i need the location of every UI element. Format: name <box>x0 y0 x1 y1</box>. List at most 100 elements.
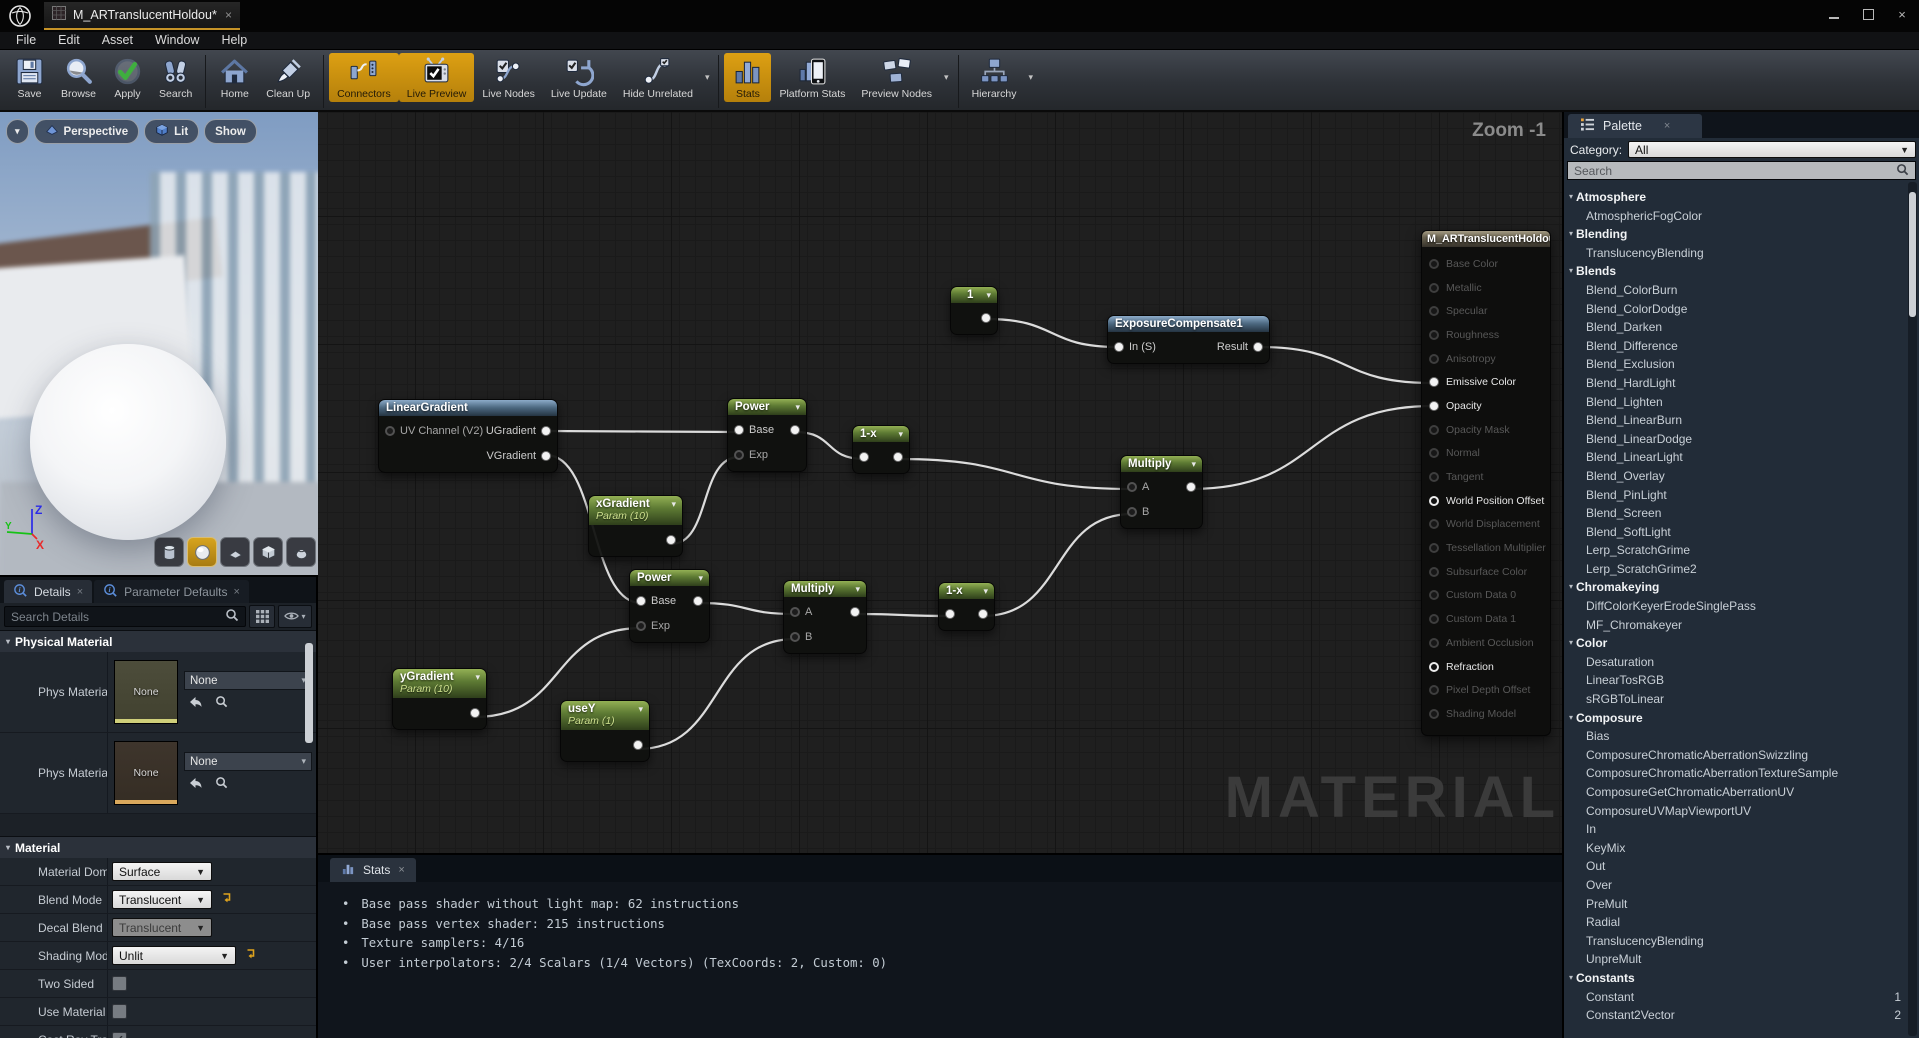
palette-item-over[interactable]: Over <box>1564 876 1919 895</box>
menu-window[interactable]: Window <box>144 32 210 49</box>
node-pin[interactable] <box>859 452 869 462</box>
property-select-material-dom[interactable]: Surface▼ <box>112 862 212 881</box>
viewport-button-lit[interactable]: Lit <box>144 119 199 144</box>
palette-item-constant[interactable]: Constant1 <box>1564 988 1919 1007</box>
menu-help[interactable]: Help <box>210 32 258 49</box>
node-pin[interactable] <box>385 426 395 436</box>
section-material[interactable]: ▾Material <box>0 836 316 858</box>
toolbar-button-hide-unrelated[interactable]: Hide Unrelated <box>615 53 701 102</box>
checkbox-cast-ray-trac[interactable]: ✓ <box>112 1032 127 1038</box>
node-pin[interactable] <box>1429 472 1439 482</box>
node-pin[interactable] <box>1429 259 1439 269</box>
node-pin[interactable] <box>1253 342 1263 352</box>
node-pin[interactable] <box>1429 377 1439 387</box>
toolbar-button-platform-stats[interactable]: Platform Stats <box>771 53 853 102</box>
node-pin[interactable] <box>945 609 955 619</box>
palette-scrollbar[interactable] <box>1908 182 1917 1036</box>
toolbar-button-home[interactable]: Home <box>211 53 258 102</box>
toolbar-button-stats[interactable]: Stats <box>724 53 771 102</box>
display-filter-button[interactable] <box>249 605 275 628</box>
graph-node-xgradient[interactable]: xGradient▾Param (10) <box>588 495 683 557</box>
palette-item-blend-pinlight[interactable]: Blend_PinLight <box>1564 486 1919 505</box>
palette-item-translucencyblending[interactable]: TranslucencyBlending <box>1564 244 1919 263</box>
minimize-icon[interactable] <box>1817 0 1851 28</box>
palette-item-blend-softlight[interactable]: Blend_SoftLight <box>1564 523 1919 542</box>
palette-item-blend-exclusion[interactable]: Blend_Exclusion <box>1564 355 1919 374</box>
property-select-blend-mode[interactable]: Translucent▼ <box>112 890 212 909</box>
palette-item-radial[interactable]: Radial <box>1564 913 1919 932</box>
viewport-button-perspective[interactable]: Perspective <box>34 119 140 144</box>
node-pin[interactable] <box>541 451 551 461</box>
palette-category-composure[interactable]: ▾Composure <box>1564 709 1919 728</box>
palette-item-blend-linearburn[interactable]: Blend_LinearBurn <box>1564 411 1919 430</box>
palette-item-blend-overlay[interactable]: Blend_Overlay <box>1564 467 1919 486</box>
phys-material-select[interactable]: None▾ <box>184 671 312 690</box>
node-pin[interactable] <box>1429 401 1439 411</box>
toolbar-button-preview-nodes[interactable]: Preview Nodes <box>853 53 940 102</box>
reset-to-default-icon[interactable] <box>244 947 256 965</box>
palette-item-translucencyblending[interactable]: TranslucencyBlending <box>1564 932 1919 951</box>
node-pin[interactable] <box>541 426 551 436</box>
chevron-down-icon[interactable]: ▾ <box>898 429 903 440</box>
palette-item-blend-lineardodge[interactable]: Blend_LinearDodge <box>1564 430 1919 449</box>
toolbar-button-live-preview[interactable]: Live Preview <box>399 53 475 102</box>
viewport-button-show[interactable]: Show <box>204 119 257 144</box>
graph-node-1-x[interactable]: 1-x▾ <box>938 582 995 631</box>
palette-item-blend-linearlight[interactable]: Blend_LinearLight <box>1564 448 1919 467</box>
node-pin[interactable] <box>1429 496 1439 506</box>
node-pin[interactable] <box>790 425 800 435</box>
chevron-down-icon[interactable]: ▾ <box>475 672 480 683</box>
chevron-down-icon[interactable]: ▾ <box>795 402 800 413</box>
node-pin[interactable] <box>981 313 991 323</box>
palette-item-blend-lighten[interactable]: Blend_Lighten <box>1564 393 1919 412</box>
palette-item-blend-screen[interactable]: Blend_Screen <box>1564 504 1919 523</box>
node-pin[interactable] <box>633 740 643 750</box>
node-pin[interactable] <box>1114 342 1124 352</box>
checkbox-two-sided[interactable] <box>112 976 127 991</box>
node-pin[interactable] <box>850 607 860 617</box>
property-select-shading-mod[interactable]: Unlit▼ <box>112 946 236 965</box>
material-graph-canvas[interactable]: Zoom -1 MATERIAL M_ARTranslucentHoldout … <box>318 112 1562 853</box>
node-pin[interactable] <box>1429 448 1439 458</box>
chevron-down-icon[interactable]: ▾ <box>698 573 703 584</box>
preview-shape-teapot[interactable] <box>286 537 316 567</box>
toolbar-button-hierarchy[interactable]: Hierarchy <box>964 53 1025 102</box>
preview-shape-plane[interactable] <box>220 537 250 567</box>
reset-to-default-icon[interactable] <box>220 891 232 909</box>
node-pin[interactable] <box>734 425 744 435</box>
preview-shape-cube[interactable] <box>253 537 283 567</box>
chevron-down-icon[interactable]: ▾ <box>701 72 714 83</box>
palette-item-srgbtolinear[interactable]: sRGBToLinear <box>1564 690 1919 709</box>
toolbar-button-search[interactable]: Search <box>151 53 200 102</box>
palette-scrollbar-thumb[interactable] <box>1909 192 1916 317</box>
palette-item-composuregetchromaticaberrationuv[interactable]: ComposureGetChromaticAberrationUV <box>1564 783 1919 802</box>
node-pin[interactable] <box>1127 507 1137 517</box>
view-options-button[interactable]: ▾ <box>278 605 312 628</box>
node-pin[interactable] <box>1429 354 1439 364</box>
palette-item-atmosphericfogcolor[interactable]: AtmosphericFogColor <box>1564 207 1919 226</box>
graph-node-usey[interactable]: useY▾Param (1) <box>560 700 650 762</box>
node-pin[interactable] <box>1429 685 1439 695</box>
palette-item-lineartosrgb[interactable]: LinearTosRGB <box>1564 671 1919 690</box>
tab-details[interactable]: iDetails× <box>4 580 92 603</box>
node-pin[interactable] <box>1429 567 1439 577</box>
toolbar-button-live-update[interactable]: Live Update <box>543 53 615 102</box>
node-pin[interactable] <box>1429 306 1439 316</box>
menu-asset[interactable]: Asset <box>91 32 144 49</box>
tab-close-icon[interactable]: × <box>225 8 232 22</box>
chevron-down-icon[interactable]: ▾ <box>940 72 953 83</box>
viewport-options-button[interactable]: ▾ <box>6 119 29 144</box>
node-pin[interactable] <box>1127 482 1137 492</box>
palette-category-blending[interactable]: ▾Blending <box>1564 225 1919 244</box>
maximize-icon[interactable] <box>1851 0 1885 28</box>
palette-item-composurechromaticaberrationtexturesample[interactable]: ComposureChromaticAberrationTextureSampl… <box>1564 764 1919 783</box>
palette-item-blend-difference[interactable]: Blend_Difference <box>1564 337 1919 356</box>
node-pin[interactable] <box>893 452 903 462</box>
browse-to-asset-icon[interactable] <box>215 776 228 794</box>
toolbar-button-connectors[interactable]: Connectors <box>329 53 399 102</box>
tab-stats[interactable]: Stats × <box>330 858 416 882</box>
palette-category-constants[interactable]: ▾Constants <box>1564 969 1919 988</box>
toolbar-button-clean-up[interactable]: Clean Up <box>258 53 318 102</box>
palette-item-constant2vector[interactable]: Constant2Vector2 <box>1564 1006 1919 1025</box>
chevron-down-icon[interactable]: ▾ <box>986 290 991 301</box>
